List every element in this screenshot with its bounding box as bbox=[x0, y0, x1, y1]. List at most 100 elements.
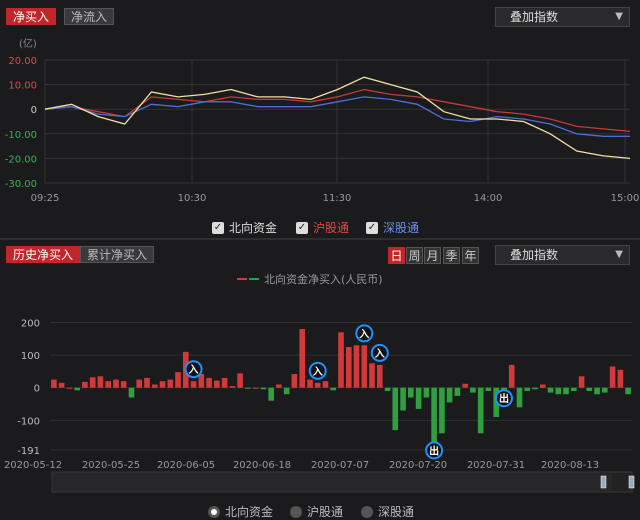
radio-north[interactable]: 北向资金 bbox=[208, 503, 273, 520]
bar bbox=[190, 381, 197, 388]
bar bbox=[392, 387, 399, 431]
radio-sz[interactable]: 深股通 bbox=[361, 503, 414, 520]
checkbox-icon[interactable]: ✓ bbox=[212, 221, 224, 234]
x-tick-label: 2020-06-18 bbox=[233, 460, 291, 471]
period-week-button[interactable]: 周 bbox=[406, 247, 423, 264]
bar bbox=[384, 387, 391, 391]
bar bbox=[120, 381, 127, 388]
bar bbox=[113, 379, 119, 388]
bar bbox=[175, 372, 181, 388]
bar bbox=[307, 379, 313, 388]
period-month-button[interactable]: 月 bbox=[424, 247, 441, 264]
bar bbox=[338, 332, 344, 388]
bar bbox=[423, 387, 430, 398]
bar bbox=[322, 381, 329, 388]
checkbox-icon[interactable]: ✓ bbox=[296, 221, 308, 234]
radio-icon[interactable] bbox=[361, 505, 373, 518]
bar bbox=[346, 347, 352, 388]
legend-sz[interactable]: ✓ 深股通 bbox=[366, 219, 419, 236]
bar bbox=[361, 345, 368, 388]
marker-label: 入 bbox=[359, 328, 369, 340]
intraday-chart: (亿) 20.00 10.00 0 -10.00 -20.00 -30.00 09:25 10:… bbox=[5, 37, 640, 204]
bar bbox=[214, 380, 220, 388]
bar bbox=[260, 387, 267, 390]
period-year-button[interactable]: 年 bbox=[462, 247, 479, 264]
marker-label: 出 bbox=[429, 444, 439, 457]
overlay-index-label-2: 叠加指数 bbox=[510, 248, 559, 262]
bar bbox=[206, 377, 212, 388]
y-tick-label: -100 bbox=[17, 416, 40, 427]
tab-net-buy[interactable]: 净买入 bbox=[6, 8, 57, 25]
x-tick-label: 2020-07-07 bbox=[311, 460, 369, 471]
legend-sz-label: 深股通 bbox=[383, 221, 420, 235]
bar bbox=[470, 387, 476, 393]
tab-history-net-buy[interactable]: 历史净买入 bbox=[6, 246, 81, 263]
bar bbox=[245, 387, 251, 389]
period-quarter-button[interactable]: 季 bbox=[443, 247, 460, 264]
navigator-selection bbox=[52, 472, 612, 492]
bar bbox=[477, 387, 484, 434]
bar bbox=[462, 383, 468, 388]
legend-north[interactable]: ✓ 北向资金 bbox=[212, 219, 277, 236]
tab-net-inflow[interactable]: 净流入 bbox=[64, 8, 115, 25]
bar bbox=[314, 382, 321, 388]
bar bbox=[377, 364, 383, 388]
radio-icon[interactable] bbox=[290, 505, 302, 518]
radio-sz-label: 深股通 bbox=[378, 505, 415, 519]
period-day-button[interactable]: 日 bbox=[388, 247, 405, 264]
bar bbox=[221, 377, 228, 388]
bar bbox=[283, 387, 290, 395]
bar bbox=[58, 382, 65, 388]
bar bbox=[74, 387, 80, 391]
bar bbox=[105, 381, 111, 388]
bar bbox=[578, 376, 585, 388]
x-tick-label: 15:00 bbox=[611, 193, 640, 204]
bar bbox=[516, 387, 523, 408]
bar bbox=[586, 387, 593, 391]
y-tick-label: 0 bbox=[31, 105, 37, 116]
history-panel: 历史净买入 累计净买入 叠加指数 ▼ 北向资金净买入(人民币) 200 100 0 -1… bbox=[0, 240, 640, 520]
bar bbox=[237, 373, 243, 388]
bar bbox=[152, 384, 158, 388]
bar bbox=[276, 384, 282, 388]
intraday-panel: 净买入 净流入 叠加指数 ▼ (亿) 20.00 10.00 0 -10.00 -20.0… bbox=[0, 0, 640, 238]
tab-cumulative-net-buy[interactable]: 累计净买入 bbox=[80, 246, 155, 263]
overlay-index-dropdown[interactable]: 叠加指数 ▼ bbox=[495, 7, 630, 27]
y-tick-label: 10.00 bbox=[8, 81, 37, 92]
bar bbox=[454, 387, 461, 396]
bar bbox=[415, 387, 422, 409]
radio-sh-label: 沪股通 bbox=[307, 505, 344, 519]
bar bbox=[89, 377, 96, 388]
bar bbox=[128, 387, 135, 398]
y-tick-label: 100 bbox=[21, 351, 40, 362]
overlay-index-label: 叠加指数 bbox=[510, 10, 559, 24]
legend-north-label: 北向资金 bbox=[229, 221, 278, 235]
bar bbox=[594, 387, 600, 395]
x-tick-label: 10:30 bbox=[178, 193, 207, 204]
legend-sh[interactable]: ✓ 沪股通 bbox=[296, 219, 349, 236]
x-tick-label: 2020-06-05 bbox=[157, 460, 215, 471]
bar bbox=[66, 387, 73, 389]
bar bbox=[555, 387, 562, 395]
x-tick-label: 2020-07-20 bbox=[389, 460, 447, 471]
bar bbox=[400, 387, 406, 411]
bar bbox=[144, 377, 150, 388]
bar bbox=[136, 379, 142, 388]
bar bbox=[625, 387, 631, 395]
radio-sh[interactable]: 沪股通 bbox=[290, 503, 343, 520]
bar bbox=[563, 387, 569, 395]
overlay-index-dropdown-2[interactable]: 叠加指数 ▼ bbox=[495, 245, 630, 265]
navigator-left-handle bbox=[600, 475, 607, 489]
bar bbox=[291, 374, 298, 388]
x-tick-label: 14:00 bbox=[474, 193, 503, 204]
chevron-down-icon: ▼ bbox=[615, 249, 623, 260]
bar bbox=[524, 387, 530, 391]
radio-icon[interactable] bbox=[208, 505, 220, 518]
bar bbox=[330, 387, 336, 391]
bar bbox=[485, 387, 492, 391]
x-tick-label: 11:30 bbox=[323, 193, 352, 204]
checkbox-icon[interactable]: ✓ bbox=[366, 221, 378, 234]
bar bbox=[617, 369, 624, 388]
unit-label: (亿) bbox=[19, 37, 37, 50]
x-tick-label: 2020-05-12 bbox=[4, 460, 62, 471]
